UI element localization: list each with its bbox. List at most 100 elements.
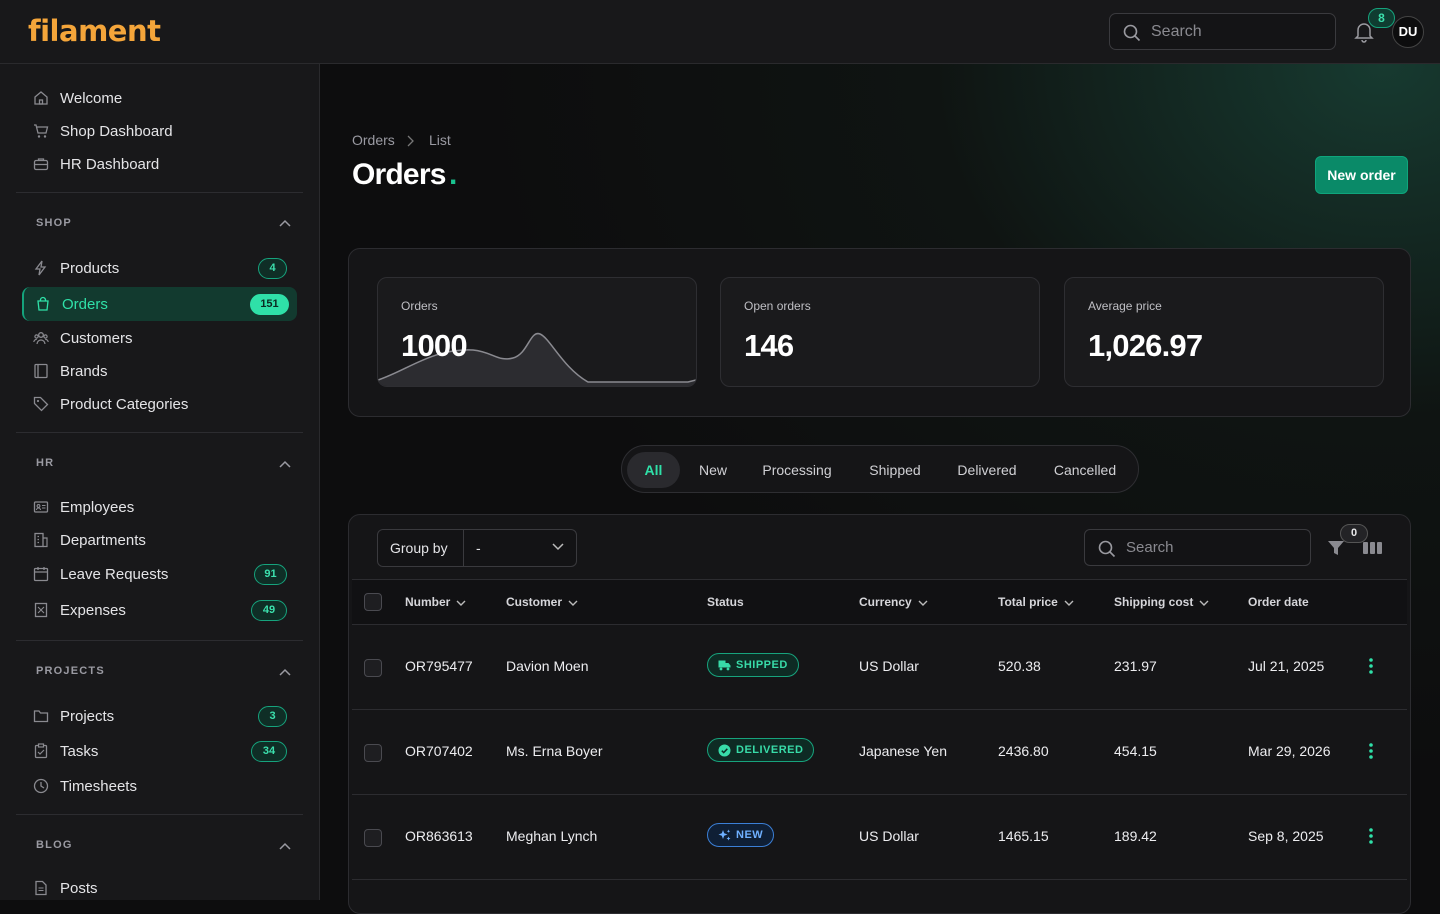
folder-icon [33,710,49,723]
stat-value: 1000 [401,328,468,363]
row-checkbox[interactable] [364,744,382,762]
sidebar-item-posts[interactable]: Posts [22,871,297,900]
breadcrumb-orders[interactable]: Orders [352,132,395,148]
sidebar-item-hr-dashboard[interactable]: HR Dashboard [22,147,297,181]
select-all-checkbox[interactable] [364,593,382,611]
new-order-button[interactable]: New order [1315,156,1408,194]
filament-logo[interactable]: filament [28,14,161,48]
cell-order-date: Jul 21, 2025 [1248,658,1325,674]
sidebar-item-label: Welcome [60,90,123,107]
column-header-label: Number [405,595,451,609]
more-actions-icon[interactable] [1368,657,1374,675]
receipt-icon [34,602,48,618]
sidebar-item-orders[interactable]: Orders 151 [22,287,297,321]
sidebar-item-timesheets[interactable]: Timesheets [22,769,297,803]
document-icon [35,880,47,896]
sidebar-item-leave-requests[interactable]: Leave Requests 91 [22,557,297,591]
cell-number: OR863613 [405,828,473,844]
cell-total-price: 1465.15 [998,828,1049,844]
row-checkbox[interactable] [364,829,382,847]
search-icon [1098,540,1116,558]
stat-label: Average price [1088,299,1162,313]
table-row[interactable]: OR795477 Davion Moen SHIPPED US Dollar 5… [352,625,1407,710]
sidebar-item-label: Brands [60,363,108,380]
sidebar-group-shop[interactable]: SHOP [36,217,72,229]
more-actions-icon[interactable] [1368,742,1374,760]
sidebar-item-product-categories[interactable]: Product Categories [22,387,297,421]
column-header-number[interactable]: Number [405,595,466,609]
column-header-label: Customer [506,595,563,609]
chevron-down-icon [568,600,578,606]
status-badge-label: DELIVERED [736,744,804,756]
column-header-currency[interactable]: Currency [859,595,928,609]
sidebar-item-label: Shop Dashboard [60,123,173,140]
status-badge: DELIVERED [707,738,815,762]
more-actions-icon[interactable] [1368,827,1374,845]
bag-icon [37,296,49,311]
tab-shipped[interactable]: Shipped [859,452,931,488]
group-by-select[interactable]: Group by - [377,529,577,567]
status-badge-label: NEW [736,829,764,841]
filter-icon[interactable] [1327,539,1345,557]
book-icon [34,363,48,379]
chevron-up-icon[interactable] [279,460,291,468]
sidebar-item-label: Product Categories [60,396,189,413]
column-header-order-date[interactable]: Order date [1248,595,1309,609]
sidebar-group-blog[interactable]: BLOG [36,839,73,851]
cell-currency: US Dollar [859,828,919,844]
sidebar-item-expenses[interactable]: Expenses 49 [22,593,297,627]
global-search-input[interactable]: Search [1109,13,1336,50]
tab-all[interactable]: All [627,452,680,488]
sidebar-item-label: Posts [60,880,98,897]
sidebar-item-products[interactable]: Products 4 [22,251,297,285]
truck-icon [718,660,731,671]
sidebar-item-label: Timesheets [60,778,137,795]
tag-icon [33,396,49,412]
sidebar-divider [16,432,303,433]
home-icon [34,91,48,105]
chevron-up-icon[interactable] [279,842,291,850]
cell-shipping-cost: 454.15 [1114,743,1157,759]
tab-cancelled[interactable]: Cancelled [1045,452,1125,488]
sidebar-item-brands[interactable]: Brands [22,354,297,388]
table-row[interactable]: OR863613 Meghan Lynch NEW US Dollar 1465… [352,795,1407,880]
sidebar-item-shop-dashboard[interactable]: Shop Dashboard [22,114,297,148]
building-icon [34,532,48,548]
status-badge-label: SHIPPED [736,659,788,671]
sidebar-item-welcome[interactable]: Welcome [22,81,297,115]
sidebar-item-tasks[interactable]: Tasks 34 [22,734,297,768]
column-header-status: Status [707,595,744,609]
avatar[interactable]: DU [1392,16,1424,48]
sidebar-item-customers[interactable]: Customers [22,321,297,355]
table-row[interactable]: OR707402 Ms. Erna Boyer DELIVERED Japane… [352,710,1407,795]
sidebar-item-projects[interactable]: Projects 3 [22,699,297,733]
count-badge: 49 [251,600,287,621]
sidebar-item-label: Leave Requests [60,566,169,583]
columns-icon[interactable] [1363,540,1383,556]
row-checkbox[interactable] [364,659,382,677]
column-header-total-price[interactable]: Total price [998,595,1074,609]
column-header-shipping-cost[interactable]: Shipping cost [1114,595,1209,609]
tab-delivered[interactable]: Delivered [948,452,1026,488]
stat-value: 1,026.97 [1088,328,1203,363]
sidebar-group-hr[interactable]: HR [36,457,54,469]
sidebar-item-departments[interactable]: Departments [22,523,297,557]
cell-customer: Ms. Erna Boyer [506,743,603,759]
chevron-down-icon [1064,600,1074,606]
chevron-up-icon[interactable] [279,668,291,676]
status-badge: NEW [707,823,775,847]
sidebar-group-projects[interactable]: PROJECTS [36,665,105,677]
stat-label: Orders [401,299,438,313]
column-header-label: Order date [1248,595,1309,609]
tab-processing[interactable]: Processing [753,452,841,488]
stat-card-orders: Orders 1000 [377,277,697,387]
column-header-customer[interactable]: Customer [506,595,578,609]
tab-new[interactable]: New [688,452,738,488]
bolt-icon [34,260,47,276]
notifications-badge: 8 [1368,8,1395,28]
users-icon [33,332,49,345]
table-search-input[interactable]: Search [1084,529,1311,566]
chevron-up-icon[interactable] [279,219,291,227]
sidebar-item-employees[interactable]: Employees [22,490,297,524]
chevron-right-icon [407,135,414,147]
